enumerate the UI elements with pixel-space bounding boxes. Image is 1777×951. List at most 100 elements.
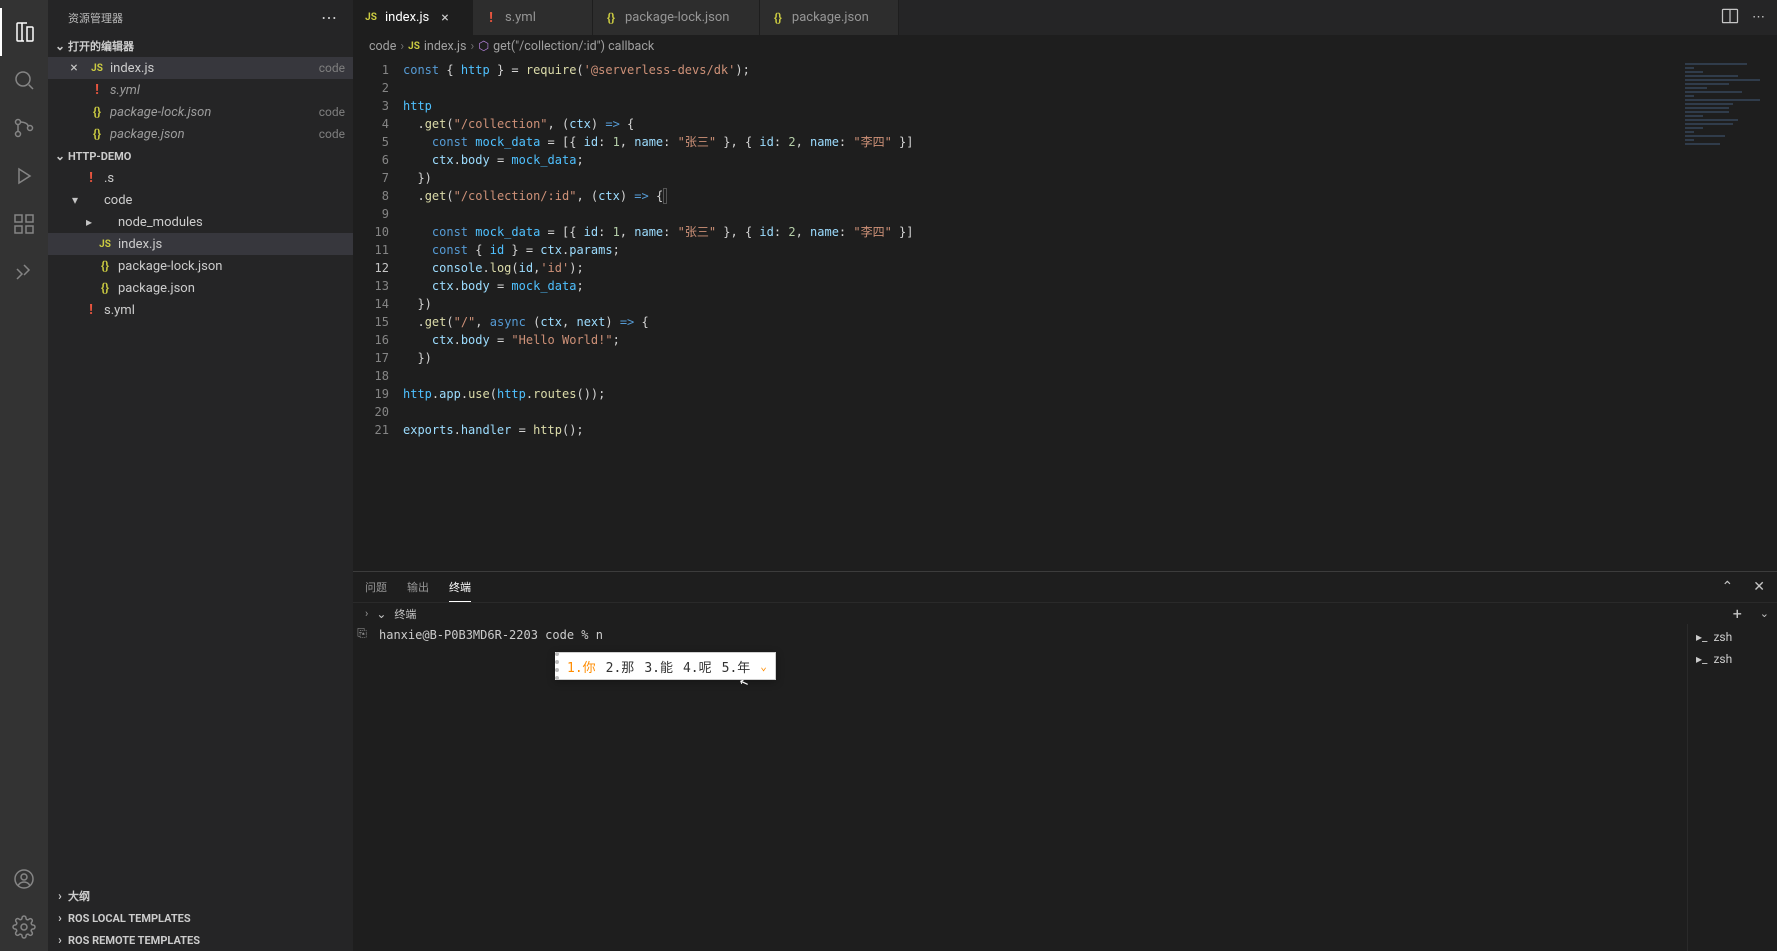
- file-label: package.json: [110, 127, 313, 142]
- tree-item-label: code: [104, 193, 345, 208]
- more-actions-icon[interactable]: ⋯: [1752, 10, 1765, 25]
- terminal-side-icon[interactable]: ⎘: [357, 626, 367, 641]
- yml-file-icon: !: [82, 170, 100, 186]
- ime-candidate[interactable]: 4.呢: [683, 657, 712, 676]
- tree-item-label: s.yml: [104, 303, 345, 318]
- open-editors-label: 打开的编辑器: [68, 38, 134, 54]
- extensions-icon[interactable]: [0, 200, 48, 248]
- editor-area: JSindex.js×!s.yml×{}package-lock.json×{}…: [353, 0, 1777, 951]
- file-hint: code: [319, 127, 345, 141]
- collapsed-section-header[interactable]: ›大纲: [48, 885, 353, 907]
- project-header[interactable]: ⌄ HTTP-DEMO: [48, 145, 353, 167]
- run-debug-icon[interactable]: [0, 152, 48, 200]
- remote-icon[interactable]: [0, 248, 48, 296]
- minimap[interactable]: [1677, 57, 1777, 571]
- file-label: index.js: [110, 61, 313, 76]
- js-file-icon: JS: [96, 239, 114, 250]
- ime-candidate[interactable]: 1.你: [567, 657, 596, 676]
- search-icon[interactable]: [0, 56, 48, 104]
- breadcrumb-item[interactable]: get("/collection/:id") callback: [493, 39, 654, 54]
- open-editor-item[interactable]: ×JSindex.jscode: [48, 57, 353, 79]
- chevron-right-icon: ›: [52, 911, 68, 925]
- panel-tab-terminal[interactable]: 终端: [449, 573, 471, 602]
- project-label: HTTP-DEMO: [68, 150, 131, 163]
- tree-item[interactable]: {} package-lock.json: [48, 255, 353, 277]
- terminal-icon: ▸_: [1696, 652, 1707, 666]
- terminal-icon: ▸_: [1696, 630, 1707, 644]
- collapsed-section-header[interactable]: ›ROS LOCAL TEMPLATES: [48, 907, 353, 929]
- breadcrumb-item[interactable]: index.js: [424, 39, 467, 54]
- panel-close-icon[interactable]: ✕: [1753, 579, 1765, 595]
- twisty-icon: ▾: [68, 193, 82, 207]
- chevron-down-icon: ⌄: [52, 39, 68, 53]
- chevron-right-icon: ›: [52, 933, 68, 947]
- ime-candidate[interactable]: 3.能: [644, 657, 673, 676]
- file-label: s.yml: [110, 83, 345, 98]
- collapsed-section-header[interactable]: ›ROS REMOTE TEMPLATES: [48, 929, 353, 951]
- shell-item[interactable]: ▸_zsh: [1688, 626, 1777, 648]
- js-file-icon: JS: [88, 63, 106, 74]
- panel-tab-problems[interactable]: 问题: [365, 573, 387, 601]
- file-label: package-lock.json: [110, 105, 313, 120]
- shell-item[interactable]: ▸_zsh: [1688, 648, 1777, 670]
- editor-tab[interactable]: JSindex.js×: [353, 0, 473, 35]
- terminal-header: › ⌄ 终端 + ⌄: [353, 602, 1777, 624]
- panel-maximize-icon[interactable]: ⌃: [1722, 579, 1734, 595]
- close-icon[interactable]: ×: [441, 10, 448, 26]
- tree-item[interactable]: ! .s: [48, 167, 353, 189]
- tree-item[interactable]: ▸ node_modules: [48, 211, 353, 233]
- ime-candidate[interactable]: 5.年: [722, 657, 751, 676]
- ime-candidate[interactable]: 2.那: [606, 657, 635, 676]
- editor-tab[interactable]: !s.yml×: [473, 0, 593, 35]
- terminal-shell-list: ▸_zsh ▸_zsh: [1687, 624, 1777, 951]
- line-number-gutter: 123456789101112131415161718192021: [353, 57, 403, 571]
- new-terminal-icon[interactable]: +: [1733, 604, 1752, 623]
- sidebar-title-row: 资源管理器 ⋯: [48, 0, 353, 35]
- editor-tab[interactable]: {}package.json×: [760, 0, 899, 35]
- breadcrumb[interactable]: code › JS index.js › ⬡ get("/collection/…: [353, 35, 1777, 57]
- sidebar-title: 资源管理器: [68, 10, 123, 26]
- tree-item-label: node_modules: [118, 215, 345, 230]
- ime-expand-icon[interactable]: ⌄: [760, 660, 767, 673]
- code-content[interactable]: const { http } = require('@serverless-de…: [403, 57, 1677, 571]
- panel-tab-output[interactable]: 输出: [407, 573, 429, 601]
- panel-tabs: 问题 输出 终端 ⌃ ✕: [353, 572, 1777, 602]
- open-editor-item[interactable]: ×{}package.jsoncode: [48, 123, 353, 145]
- terminal-content[interactable]: hanxie@B-P0B3MD6R-2203 code % n 1.你 2.那 …: [371, 624, 1687, 951]
- editor-tab[interactable]: {}package-lock.json×: [593, 0, 760, 35]
- json-file-icon: {}: [88, 105, 106, 119]
- tree-item-label: package-lock.json: [118, 259, 345, 274]
- tree-item-label: index.js: [118, 237, 345, 252]
- tab-label: s.yml: [505, 10, 536, 25]
- js-file-icon: JS: [408, 41, 420, 52]
- js-file-icon: JS: [363, 12, 379, 23]
- tree-item-label: .s: [104, 171, 345, 186]
- bottom-panel: 问题 输出 终端 ⌃ ✕ › ⌄ 终端 + ⌄ ⎘ hanxie@B-P0B3M…: [353, 571, 1777, 951]
- explorer-sidebar: 资源管理器 ⋯ ⌄ 打开的编辑器 ×JSindex.jscode×!s.yml×…: [48, 0, 353, 951]
- split-editor-icon[interactable]: [1720, 6, 1740, 30]
- json-file-icon: {}: [96, 259, 114, 273]
- tab-label: package.json: [792, 10, 869, 25]
- tree-item[interactable]: JS index.js: [48, 233, 353, 255]
- explorer-icon[interactable]: [0, 8, 48, 56]
- json-file-icon: {}: [96, 281, 114, 295]
- account-icon[interactable]: [0, 855, 48, 903]
- sidebar-more-icon[interactable]: ⋯: [321, 8, 337, 27]
- source-control-icon[interactable]: [0, 104, 48, 152]
- chevron-right-icon: ›: [52, 889, 68, 903]
- breadcrumb-item[interactable]: code: [369, 39, 396, 54]
- open-editor-item[interactable]: ×!s.yml: [48, 79, 353, 101]
- tree-item[interactable]: !s.yml: [48, 299, 353, 321]
- settings-gear-icon[interactable]: [0, 903, 48, 951]
- close-icon[interactable]: ×: [66, 60, 82, 76]
- terminal-label: 终端: [394, 606, 416, 622]
- twisty-icon: ▸: [82, 215, 96, 229]
- tree-item[interactable]: ▾ code: [48, 189, 353, 211]
- tab-label: package-lock.json: [625, 10, 729, 25]
- open-editors-header[interactable]: ⌄ 打开的编辑器: [48, 35, 353, 57]
- tabs-bar: JSindex.js×!s.yml×{}package-lock.json×{}…: [353, 0, 1777, 35]
- tree-item[interactable]: {}package.json: [48, 277, 353, 299]
- terminal-dropdown-icon[interactable]: ⌄: [1760, 607, 1777, 620]
- open-editor-item[interactable]: ×{}package-lock.jsoncode: [48, 101, 353, 123]
- code-editor[interactable]: 123456789101112131415161718192021 const …: [353, 57, 1777, 571]
